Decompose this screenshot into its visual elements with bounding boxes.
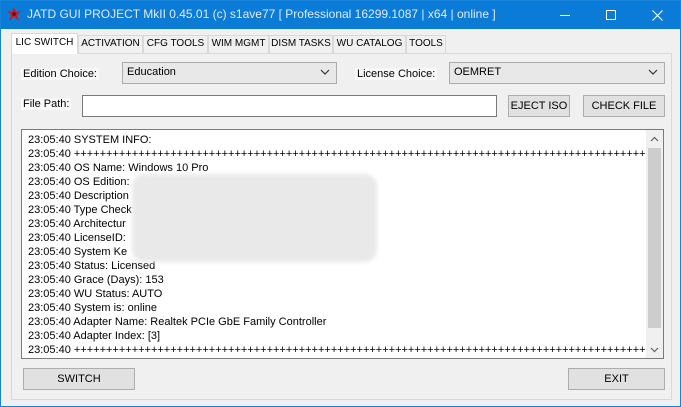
edition-choice-value: Education (127, 66, 176, 78)
app-window: JATD GUI PROJECT MkII 0.45.01 (c) s1ave7… (0, 0, 681, 407)
log-line: 23:05:40 Adapter Name: Realtek PCIe GbE … (28, 316, 327, 328)
scroll-up-button[interactable] (646, 130, 663, 147)
title-bar[interactable]: JATD GUI PROJECT MkII 0.45.01 (c) s1ave7… (1, 1, 680, 29)
log-line: 23:05:40 Grace (Days): 153 (28, 274, 164, 286)
check-file-button[interactable]: CHECK FILE (583, 95, 665, 117)
minimize-icon (560, 14, 570, 16)
tab-wim-mgmt[interactable]: WIM MGMT (208, 35, 269, 53)
chevron-down-icon (650, 347, 659, 352)
tab-dism-tasks[interactable]: DISM TASKS (269, 35, 333, 53)
license-choice-value: OEMRET (454, 66, 502, 78)
maximize-button[interactable] (588, 1, 634, 29)
log-line: 23:05:40 +++++++++++++++++++++++++++++++… (28, 148, 648, 160)
tab-activation[interactable]: ACTIVATION (78, 35, 143, 53)
file-path-label: File Path: (21, 98, 72, 110)
close-icon (651, 9, 663, 21)
chevron-down-icon (320, 69, 330, 75)
tab-lic-switch[interactable]: LIC SWITCH (11, 33, 78, 54)
log-line: 23:05:40 WU Status: AUTO (28, 288, 163, 300)
scroll-thumb[interactable] (648, 148, 661, 328)
exit-button[interactable]: EXIT (568, 368, 665, 390)
close-button[interactable] (634, 1, 680, 29)
scroll-down-button[interactable] (646, 341, 663, 358)
license-choice-label: License Choice: (355, 68, 438, 80)
log-scrollbar[interactable] (646, 130, 663, 358)
log-line: 23:05:40 Adapter Index: [3] (28, 330, 161, 342)
chevron-up-icon (650, 136, 659, 141)
minimize-button[interactable] (542, 1, 588, 29)
chevron-down-icon (648, 69, 658, 75)
switch-button[interactable]: SWITCH (23, 368, 135, 390)
redacted-region (132, 174, 377, 262)
tab-wu-catalog[interactable]: WU CATALOG (333, 35, 406, 53)
log-line: 23:05:40 System is: online (28, 302, 158, 314)
tab-tools[interactable]: TOOLS (406, 35, 446, 53)
file-path-input[interactable] (82, 95, 497, 117)
tab-cfg-tools[interactable]: CFG TOOLS (143, 35, 208, 53)
log-line: 23:05:40 OS Name: Windows 10 Pro (28, 162, 209, 174)
window-title: JATD GUI PROJECT MkII 0.45.01 (c) s1ave7… (27, 7, 496, 21)
log-line: 23:05:40 SYSTEM INFO: (28, 134, 152, 146)
eject-iso-button[interactable]: EJECT ISO (508, 95, 570, 117)
app-logo-icon (7, 7, 21, 21)
maximize-icon (606, 10, 616, 20)
log-line: 23:05:40 +++++++++++++++++++++++++++++++… (28, 344, 648, 356)
edition-choice-select[interactable]: Education (122, 62, 337, 84)
system-info-log[interactable]: 23:05:40 SYSTEM INFO: 23:05:40 ++++++++++… (21, 129, 664, 359)
edition-choice-label: Edition Choice: (21, 68, 99, 80)
license-choice-select[interactable]: OEMRET (449, 62, 665, 84)
